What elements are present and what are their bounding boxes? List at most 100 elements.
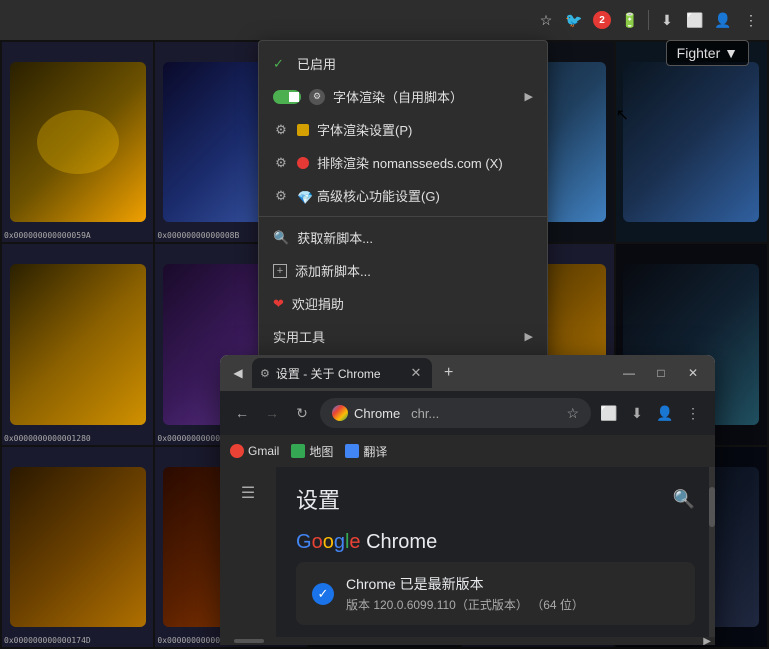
h-scrollbar-thumb[interactable] [234,639,264,643]
chrome-tab-settings[interactable]: ⚙ 设置 - 关于 Chrome ✕ [252,358,432,388]
cell-label: 0x000000000000174D [4,636,91,645]
close-btn[interactable]: ✕ [679,359,707,387]
settings-search-icon[interactable]: 🔍 [673,489,695,510]
gear-icon: ⚙ [273,188,289,204]
version-card: ✓ Chrome 已是最新版本 版本 120.0.6099.110（正式版本） … [296,562,695,625]
profile-icon[interactable]: 👤 [713,10,733,30]
fighter-badge[interactable]: Fighter ▼ [666,40,749,66]
heart-icon: ❤ [273,296,284,312]
new-tab-btn[interactable]: + [436,364,461,382]
game-cell[interactable]: 0x0000000000001280 [2,244,153,444]
address-url-partial: chr... [411,406,439,421]
search-icon: 🔍 [273,230,289,246]
menu-divider [259,216,547,217]
extension-icon[interactable]: ⬜ [685,10,705,30]
bookmark-star-icon[interactable]: ☆ [566,405,579,422]
more-nav-icon[interactable]: ⋮ [681,401,705,425]
address-bar[interactable]: Chrome chr... ☆ [320,398,591,428]
chrome-favicon [332,405,348,421]
sidebar-menu-icon[interactable]: ☰ [234,479,262,507]
menu-item-add-script[interactable]: + 添加新脚本... [259,254,547,287]
menu-item-label: 欢迎捐助 [292,294,344,313]
google-chrome-section: Google Chrome ✓ Chrome 已是最新版本 版本 120.0.6… [296,531,695,625]
chrome-settings-main[interactable]: 设置 🔍 Google Chrome ✓ Chrome 已是最新版本 版本 12… [276,467,715,637]
tab-close-btn[interactable]: ✕ [408,365,424,381]
tab-title: 设置 - 关于 Chrome [276,365,402,382]
tab-gear-icon: ⚙ [260,367,270,380]
cell-label: 0x0000000000001280 [4,434,91,443]
chrome-content: ☰ 设置 🔍 Google Chrome ✓ Chrome 已是最新版本 版本 … [220,467,715,637]
minimize-btn[interactable]: — [615,359,643,387]
forward-btn[interactable]: → [260,401,284,425]
menu-item-advanced-settings[interactable]: ⚙ 💎 高级核心功能设置(G) [259,179,547,212]
browser-toolbar: ☆ 🐦 2 🔋 ⬇ ⬜ 👤 ⋮ [0,0,769,40]
menu-item-get-scripts[interactable]: 🔍 获取新脚本... [259,221,547,254]
menu-item-label: 排除渲染 nomansseeds.com (X) [317,153,503,172]
twitter-icon[interactable]: 🐦 [564,10,584,30]
script-icon: ⚙ [309,89,325,105]
back-btn[interactable]: ← [230,401,254,425]
settings-header: 设置 🔍 [296,483,695,515]
star-icon[interactable]: ☆ [536,10,556,30]
extensions-icon[interactable]: ⬜ [597,401,621,425]
download-icon[interactable]: ⬇ [657,10,677,30]
scrollbar[interactable] [709,467,715,637]
notification-icon[interactable]: 2 [592,10,612,30]
tab-area: ⚙ 设置 - 关于 Chrome ✕ + [252,358,611,388]
menu-item-font-render[interactable]: ⚙ 字体渲染（自用脚本） ▶ [259,80,547,113]
more-menu-icon[interactable]: ⋮ [741,10,761,30]
gear-icon: ⚙ [273,155,289,171]
google-chrome-logo: Google Chrome [296,531,695,554]
download-nav-icon[interactable]: ⬇ [625,401,649,425]
separator [648,10,649,30]
toggle-switch[interactable] [273,90,301,104]
battery-icon[interactable]: 🔋 [620,10,640,30]
menu-item-utilities[interactable]: 实用工具 ▶ [259,320,547,353]
bookmark-translate[interactable]: 翻译 [345,443,387,460]
bookmark-gmail[interactable]: Gmail [230,444,279,458]
menu-item-enabled[interactable]: ✓ 已启用 [259,47,547,80]
bookmark-maps[interactable]: 地图 [291,443,333,460]
fighter-badge-label: Fighter ▼ [677,45,738,61]
cell-label: 0x00000000000008B [157,231,239,240]
version-check-icon: ✓ [312,583,334,605]
menu-item-donate[interactable]: ❤ 欢迎捐助 [259,287,547,320]
horizontal-scrollbar[interactable]: ▶ [220,637,715,645]
nav-right-icons: ⬜ ⬇ 👤 ⋮ [597,401,705,425]
menu-item-label: 字体渲染（自用脚本） [333,87,463,106]
menu-item-label: 高级核心功能设置(G) [317,186,440,205]
cell-label: 0x00000000000 [157,636,220,645]
game-cell[interactable]: 0x000000000000174D [2,447,153,647]
cursor: ↖ [616,105,629,125]
check-icon: ✓ [273,56,289,72]
chrome-sidebar: ☰ [220,467,276,637]
bookmark-label: Gmail [248,444,279,458]
version-detail: 版本 120.0.6099.110（正式版本） （64 位） [346,596,679,613]
chrome-navbar: ← → ↻ Chrome chr... ☆ ⬜ ⬇ 👤 ⋮ [220,391,715,435]
settings-title: 设置 [296,483,340,515]
address-chrome-text: Chrome [354,406,400,421]
menu-item-label: 获取新脚本... [297,228,373,247]
plus-icon: + [273,264,287,278]
maps-favicon [291,444,305,458]
settings-title-text: 设置 [296,483,340,515]
scrollbar-thumb[interactable] [709,487,715,527]
cell-label: 0x000000000000C [157,434,229,443]
refresh-btn[interactable]: ↻ [290,401,314,425]
maximize-btn[interactable]: □ [647,359,675,387]
tab-prev-btn[interactable]: ◀ [228,363,248,383]
menu-item-font-settings[interactable]: ⚙ 字体渲染设置(P) [259,113,547,146]
menu-item-label: 实用工具 [273,327,325,346]
menu-item-exclude-render[interactable]: ⚙ 排除渲染 nomansseeds.com (X) [259,146,547,179]
bookmarks-bar: Gmail 地图 翻译 [220,435,715,467]
toolbar-icons: ☆ 🐦 2 🔋 ⬇ ⬜ 👤 ⋮ [536,10,761,30]
version-title: Chrome 已是最新版本 [346,574,679,594]
profile-nav-icon[interactable]: 👤 [653,401,677,425]
game-cell[interactable] [616,42,767,242]
address-chrome: Chrome chr... [354,406,560,421]
chrome-titlebar: ◀ ⚙ 设置 - 关于 Chrome ✕ + — □ ✕ [220,355,715,391]
gear-icon: ⚙ [273,122,289,138]
menu-item-label: 添加新脚本... [295,261,371,280]
game-cell[interactable]: 0x000000000000059A [2,42,153,242]
extension-menu: ✓ 已启用 ⚙ 字体渲染（自用脚本） ▶ ⚙ 字体渲染设置(P) ⚙ 排除渲染 … [258,40,548,393]
